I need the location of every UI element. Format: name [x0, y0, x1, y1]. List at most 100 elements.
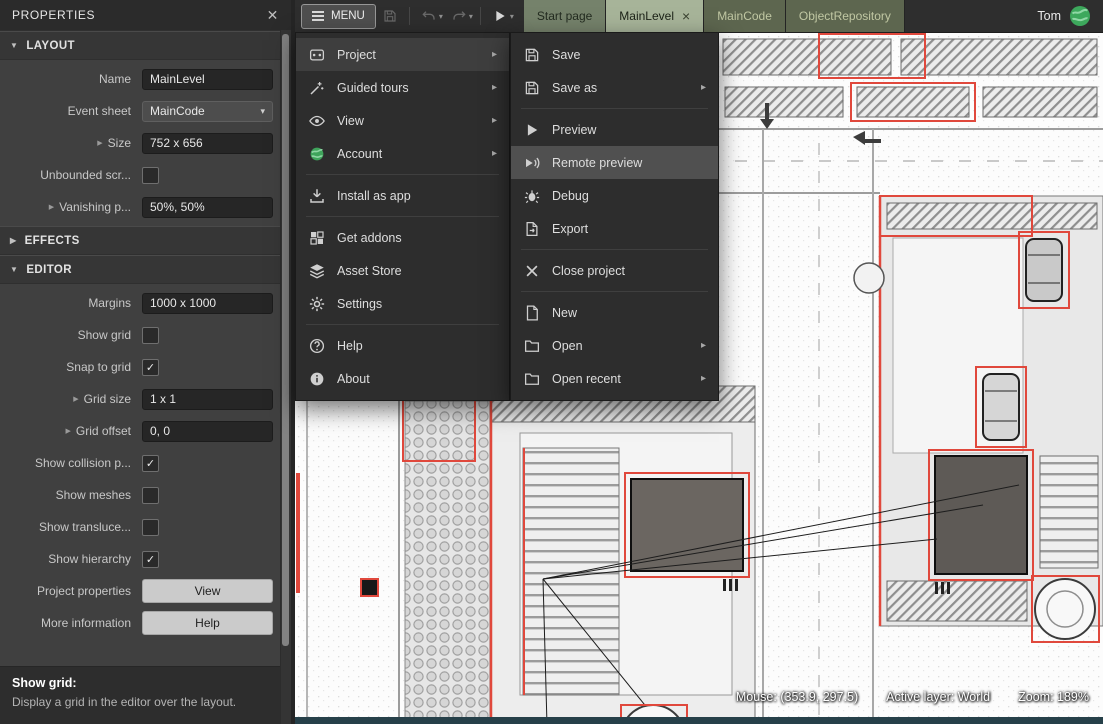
selected-object[interactable]	[361, 579, 378, 596]
user-avatar[interactable]	[1069, 5, 1091, 27]
menu-separator	[521, 249, 708, 250]
property-label: Snap to grid	[0, 360, 142, 374]
submenu-item-save[interactable]: Save	[511, 38, 718, 71]
property-row-show-hierarchy: Show hierarchy	[0, 543, 281, 575]
event-sheet-select[interactable]: MainCode▾	[142, 101, 273, 122]
submenu-item-save-as[interactable]: Save as▸	[511, 71, 718, 104]
tab-maincode[interactable]: MainCode	[704, 0, 786, 32]
guided-tours-icon	[308, 79, 326, 97]
more-information-button[interactable]: Help	[142, 611, 273, 635]
property-control	[142, 359, 281, 376]
expand-icon[interactable]: ▶	[73, 395, 78, 403]
save-button[interactable]	[376, 4, 404, 28]
property-row-vanishing-p: ▶Vanishing p...50%, 50%	[0, 191, 281, 223]
size-input[interactable]: 752 x 656	[142, 133, 273, 154]
menu-item-get-addons[interactable]: Get addons	[296, 221, 509, 254]
section-layout[interactable]: ▼LAYOUT	[0, 31, 281, 60]
submenu-item-preview[interactable]: Preview	[511, 113, 718, 146]
property-label: Name	[0, 72, 142, 86]
section-effects[interactable]: ▶EFFECTS	[0, 226, 281, 255]
menu-item-help[interactable]: Help	[296, 329, 509, 362]
submenu-item-export[interactable]: Export	[511, 212, 718, 245]
menu-item-label: Project	[337, 48, 376, 62]
menu-item-about[interactable]: About	[296, 362, 509, 395]
property-label-text: Show collision p...	[35, 456, 131, 470]
menu-item-project[interactable]: Project▸	[296, 38, 509, 71]
show-transluce-checkbox[interactable]	[142, 519, 159, 536]
car[interactable]	[976, 367, 1026, 447]
zoom-level: Zoom: 189%	[1018, 690, 1089, 704]
property-row-snap-to-grid: Snap to grid	[0, 351, 281, 383]
property-label: ▶Vanishing p...	[0, 200, 142, 214]
submenu-item-open[interactable]: Open▸	[511, 329, 718, 362]
section-toggle-icon: ▼	[10, 41, 18, 50]
undo-dropdown-icon[interactable]: ▾	[439, 12, 443, 21]
menu-item-label: Remote preview	[552, 156, 642, 170]
grid-size-input[interactable]: 1 x 1	[142, 389, 273, 410]
status-overlay: Mouse: (353.9, 297.5) Active layer: Worl…	[736, 690, 1089, 704]
tab-close-icon[interactable]: ×	[682, 9, 690, 23]
submenu-item-close-project[interactable]: Close project	[511, 254, 718, 287]
preview-dropdown-icon[interactable]: ▾	[510, 12, 514, 21]
vanishing-p-input[interactable]: 50%, 50%	[142, 197, 273, 218]
name-input[interactable]: MainLevel	[142, 69, 273, 90]
car[interactable]	[1019, 232, 1069, 308]
save-as-icon	[523, 79, 541, 97]
menu-item-label: Get addons	[337, 231, 402, 245]
submenu-item-debug[interactable]: Debug	[511, 179, 718, 212]
right-building-block[interactable]	[880, 196, 1103, 642]
expand-icon[interactable]: ▶	[49, 203, 54, 211]
panel-scrollbar-thumb[interactable]	[282, 34, 289, 646]
property-label: Show hierarchy	[0, 552, 142, 566]
menu-item-guided-tours[interactable]: Guided tours▸	[296, 71, 509, 104]
asset-store-icon	[308, 262, 326, 280]
unbounded-scr-checkbox[interactable]	[142, 167, 159, 184]
property-label-text: Show meshes	[56, 488, 131, 502]
menu-item-account[interactable]: Account▸	[296, 137, 509, 170]
grid-offset-input[interactable]: 0, 0	[142, 421, 273, 442]
show-grid-checkbox[interactable]	[142, 327, 159, 344]
submenu-item-remote-preview[interactable]: Remote preview	[511, 146, 718, 179]
panel-scrollbar[interactable]	[280, 30, 291, 724]
toolbar-divider	[480, 7, 481, 25]
building[interactable]	[929, 450, 1033, 580]
property-label: ▶Size	[0, 136, 142, 150]
property-row-margins: Margins1000 x 1000	[0, 287, 281, 319]
menu-item-view[interactable]: View▸	[296, 104, 509, 137]
menu-item-settings[interactable]: Settings	[296, 287, 509, 320]
central-building-block[interactable]	[490, 386, 755, 724]
property-row-show-grid: Show grid	[0, 319, 281, 351]
show-collision-p-checkbox[interactable]	[142, 455, 159, 472]
submenu-item-new[interactable]: New	[511, 296, 718, 329]
menu-separator	[306, 324, 499, 325]
building[interactable]	[625, 473, 749, 577]
project-properties-button[interactable]: View	[142, 579, 273, 603]
expand-icon[interactable]: ▶	[65, 427, 70, 435]
menu-item-install-as-app[interactable]: Install as app	[296, 179, 509, 212]
menu-button[interactable]: MENU	[301, 4, 376, 29]
account-icon	[308, 145, 326, 163]
snap-to-grid-checkbox[interactable]	[142, 359, 159, 376]
submenu-arrow-icon: ▸	[701, 82, 706, 93]
tab-mainlevel[interactable]: MainLevel×	[606, 0, 704, 32]
show-meshes-checkbox[interactable]	[142, 487, 159, 504]
show-hierarchy-checkbox[interactable]	[142, 551, 159, 568]
property-help-box: Show grid: Display a grid in the editor …	[0, 666, 281, 724]
property-label-text: Show transluce...	[39, 520, 131, 534]
property-label: Margins	[0, 296, 142, 310]
close-panel-icon[interactable]: ✕	[267, 7, 279, 24]
tab-objectrepository[interactable]: ObjectRepository	[786, 0, 905, 32]
property-label-text: Grid size	[84, 392, 131, 406]
menu-item-label: Asset Store	[337, 264, 402, 278]
tree[interactable]	[854, 263, 884, 293]
submenu-item-open-recent[interactable]: Open recent▸	[511, 362, 718, 395]
section-editor[interactable]: ▼EDITOR	[0, 255, 281, 284]
tab-start-page[interactable]: Start page	[524, 0, 606, 32]
expand-icon[interactable]: ▶	[97, 139, 102, 147]
menu-item-label: Help	[337, 339, 363, 353]
redo-dropdown-icon[interactable]: ▾	[469, 12, 473, 21]
property-control: 1000 x 1000	[142, 293, 281, 314]
menu-item-asset-store[interactable]: Asset Store	[296, 254, 509, 287]
margins-input[interactable]: 1000 x 1000	[142, 293, 273, 314]
property-label: Show transluce...	[0, 520, 142, 534]
